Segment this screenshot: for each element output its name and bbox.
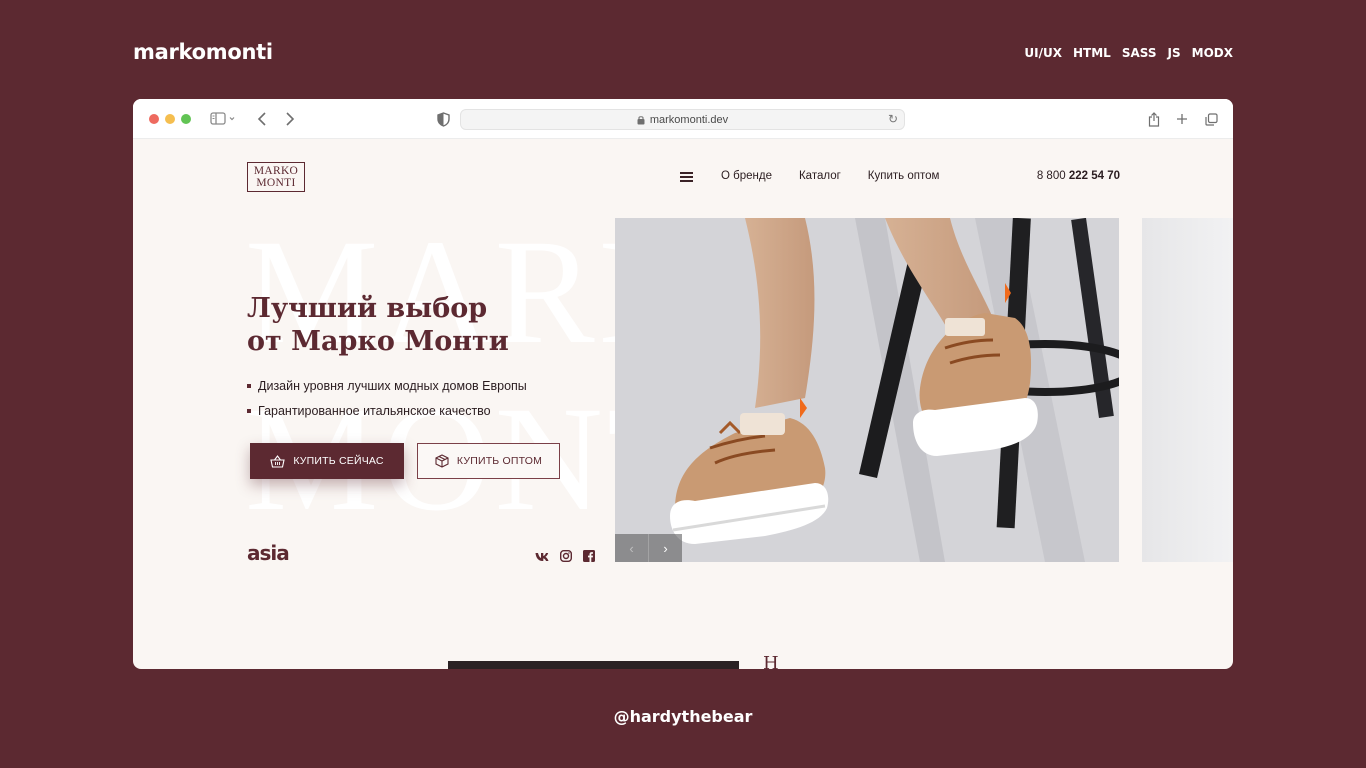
basket-icon <box>270 454 286 468</box>
sidebar-toggle-icon[interactable] <box>208 110 238 128</box>
slider-prev-button[interactable]: ‹ <box>615 534 649 562</box>
next-section-image <box>448 661 739 669</box>
tag: SASS <box>1121 46 1157 60</box>
vk-icon[interactable] <box>535 549 549 567</box>
buy-now-label: КУПИТЬ СЕЙЧАС <box>293 455 384 467</box>
site-header: MARKO MONTI О бренде Каталог Купить опто… <box>133 139 1233 217</box>
box-icon <box>435 454 449 468</box>
hero-headline: Лучший выбор от Марко Монти <box>247 292 607 358</box>
lock-icon <box>637 115 645 124</box>
headline-line: от Марко Монти <box>247 326 509 357</box>
partner-logo-asia[interactable]: asia <box>247 541 290 565</box>
slider-controls: ‹ › <box>615 534 682 562</box>
site-logo[interactable]: MARKO MONTI <box>247 162 305 192</box>
nav-item-about[interactable]: О бренде <box>721 170 772 182</box>
privacy-shield-icon[interactable] <box>435 110 451 128</box>
buy-wholesale-button[interactable]: КУПИТЬ ОПТОМ <box>417 443 560 479</box>
slider-next-button[interactable]: › <box>649 534 682 562</box>
tag: HTML <box>1073 46 1111 60</box>
buy-wholesale-label: КУПИТЬ ОПТОМ <box>456 455 543 467</box>
hero-bullets: Дизайн уровня лучших модных домов Европы… <box>247 379 527 429</box>
forward-icon[interactable] <box>283 110 297 128</box>
tag: JS <box>1167 46 1181 60</box>
close-window-button[interactable] <box>149 114 159 124</box>
showcase-brand: markomonti <box>133 40 273 64</box>
browser-toolbar: markomonti.dev ↻ <box>133 99 1233 139</box>
next-slide-preview <box>1142 218 1233 562</box>
tag: UI/UX <box>1024 46 1063 60</box>
sneakers-photo <box>615 218 1119 562</box>
phone-prefix: 8 800 <box>1036 170 1066 182</box>
facebook-icon[interactable] <box>583 549 595 567</box>
url-text: markomonti.dev <box>649 113 729 126</box>
buy-now-button[interactable]: КУПИТЬ СЕЙЧАС <box>250 443 404 479</box>
nav-item-wholesale[interactable]: Купить оптом <box>868 170 940 182</box>
zoom-window-button[interactable] <box>181 114 191 124</box>
reload-icon[interactable]: ↻ <box>888 112 898 126</box>
social-links <box>535 549 595 567</box>
new-tab-icon[interactable] <box>1174 110 1190 128</box>
logo-line: MONTI <box>256 177 296 189</box>
bullet-item: Гарантированное итальянское качество <box>247 404 527 418</box>
phone-main: 222 54 70 <box>1068 170 1120 182</box>
logo-line: MARKO <box>253 165 299 177</box>
menu-icon[interactable] <box>680 172 693 182</box>
author-handle: @hardythebear <box>613 707 753 726</box>
share-icon[interactable] <box>1146 110 1162 128</box>
bullet-item: Дизайн уровня лучших модных домов Европы <box>247 379 527 393</box>
next-section-title: Н <box>763 653 779 670</box>
tabs-overview-icon[interactable] <box>1203 110 1219 128</box>
browser-window: markomonti.dev ↻ MARKO MONTI О бренде Ка… <box>133 99 1233 669</box>
tech-tags: UI/UX HTML SASS JS MODX <box>1024 46 1233 60</box>
back-icon[interactable] <box>255 110 269 128</box>
instagram-icon[interactable] <box>559 549 573 567</box>
tag: MODX <box>1191 46 1233 60</box>
phone-number[interactable]: 8 800 222 54 70 <box>1037 170 1120 182</box>
minimize-window-button[interactable] <box>165 114 175 124</box>
nav-item-catalog[interactable]: Каталог <box>799 170 841 182</box>
main-nav: О бренде Каталог Купить оптом <box>721 170 939 182</box>
hero-slide-image <box>615 218 1119 562</box>
address-bar[interactable]: markomonti.dev ↻ <box>460 109 905 130</box>
headline-line: Лучший выбор <box>247 293 488 324</box>
